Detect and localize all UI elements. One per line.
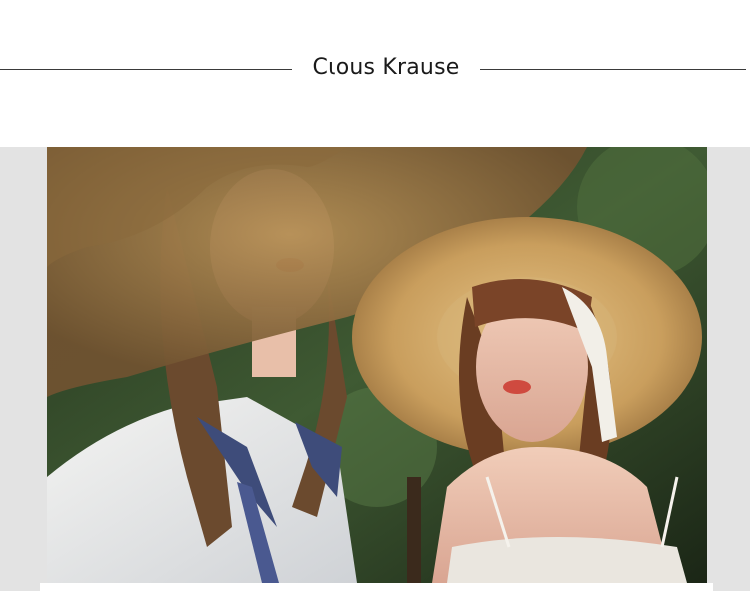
brand-title: Cιous Krause: [312, 55, 460, 80]
header-rule-left: [0, 69, 292, 70]
hero-photo: [47, 147, 707, 583]
page-header: Cιous Krause: [0, 0, 750, 147]
hero-photo-illustration: [47, 147, 707, 583]
header-rule-right: [480, 69, 746, 70]
content-card-top-edge: [40, 583, 713, 591]
